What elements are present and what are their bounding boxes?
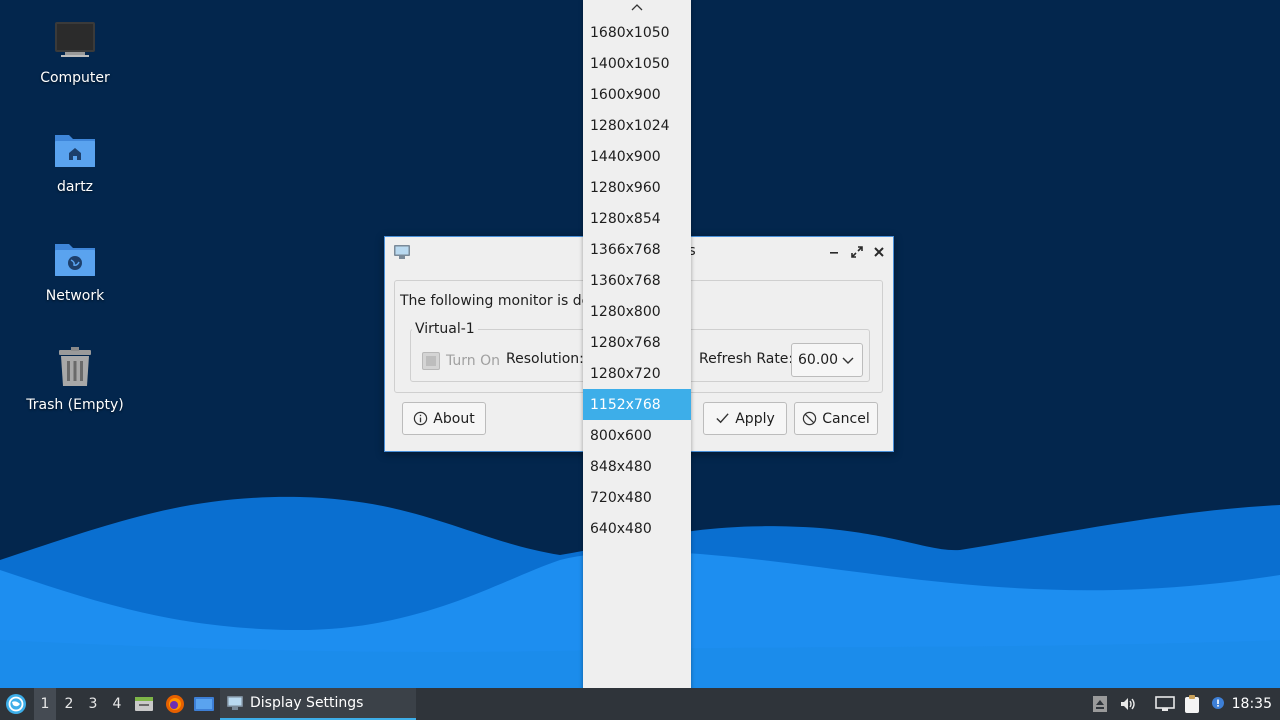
resolution-option[interactable]: 1280x960 <box>583 172 691 203</box>
scroll-up-icon[interactable] <box>631 3 643 11</box>
resolution-option[interactable]: 720x480 <box>583 482 691 513</box>
resolution-dropdown-list[interactable]: 1680x1050 1400x1050 1600x900 1280x1024 1440x… <box>583 0 691 720</box>
tray-volume-button[interactable] <box>1117 688 1139 720</box>
resolution-option[interactable]: 1360x768 <box>583 265 691 296</box>
tray-clipboard-button[interactable] <box>1181 688 1203 720</box>
firefox-icon <box>166 695 184 713</box>
network-folder-icon <box>55 244 95 276</box>
resolution-option[interactable]: 1366x768 <box>583 234 691 265</box>
refresh-rate-label: Refresh Rate: <box>699 351 794 367</box>
resolution-option[interactable]: 800x600 <box>583 420 691 451</box>
checkbox-box[interactable] <box>422 352 440 370</box>
desktop-icon <box>194 697 214 711</box>
file-manager-icon <box>135 697 153 711</box>
turn-on-label: Turn On <box>446 353 501 369</box>
taskbar-window-display-settings[interactable]: Display Settings <box>220 688 416 720</box>
resolution-option[interactable]: 1440x900 <box>583 141 691 172</box>
trash-icon <box>59 347 91 386</box>
desktop-icon-computer[interactable]: Computer <box>10 18 140 86</box>
resolution-option[interactable]: 1600x900 <box>583 79 691 110</box>
desktop-icon-label: Network <box>45 288 105 304</box>
display-settings-icon <box>227 696 243 710</box>
refresh-rate-select[interactable]: 60.00 <box>791 343 863 377</box>
resolution-option[interactable]: 1280x720 <box>583 358 691 389</box>
cancel-button[interactable]: Cancel <box>794 402 878 435</box>
resolution-option[interactable]: 1280x768 <box>583 327 691 358</box>
cancel-icon <box>803 411 817 426</box>
close-icon[interactable] <box>871 244 887 260</box>
resolution-option[interactable]: 1280x800 <box>583 296 691 327</box>
tray-network-button[interactable] <box>1154 688 1176 720</box>
about-button[interactable]: About <box>402 402 486 435</box>
desktop-icon-network[interactable]: Network <box>10 236 140 304</box>
file-manager-launcher[interactable] <box>132 688 156 720</box>
resolution-label: Resolution: <box>506 351 584 367</box>
network-wired-icon <box>1155 696 1175 711</box>
clipboard-icon <box>1185 695 1199 713</box>
maximize-icon[interactable] <box>849 244 865 260</box>
firefox-launcher[interactable] <box>162 688 188 720</box>
tray-eject-button[interactable] <box>1090 688 1110 720</box>
desktop-icon-label: dartz <box>56 179 94 195</box>
workspace-3[interactable]: 3 <box>82 688 104 720</box>
desktop-icon-label: Computer <box>40 70 110 86</box>
notification-icon <box>1212 697 1224 709</box>
resolution-option[interactable]: 640x480 <box>583 513 691 544</box>
resolution-option[interactable]: 1280x1024 <box>583 110 691 141</box>
workspace-4[interactable]: 4 <box>106 688 128 720</box>
info-icon <box>414 411 428 426</box>
refresh-rate-value: 60.00 <box>798 352 839 368</box>
home-folder-icon <box>55 135 95 167</box>
removable-media-icon <box>1093 696 1107 712</box>
desktop-icon-trash[interactable]: Trash (Empty) <box>10 345 140 413</box>
taskbar: 1 2 3 4 Display Settings 18:35 <box>0 688 1280 720</box>
desktop-icon-home[interactable]: dartz <box>10 127 140 195</box>
apply-button-label: Apply <box>735 410 775 427</box>
resolution-option[interactable]: 1280x854 <box>583 203 691 234</box>
tray-notification-button[interactable] <box>1207 688 1229 720</box>
start-menu-button[interactable] <box>0 688 32 720</box>
apply-button[interactable]: Apply <box>703 402 787 435</box>
about-button-label: About <box>433 410 475 427</box>
resolution-option[interactable]: 1152x768 <box>583 389 691 420</box>
desktop-icon-label: Trash (Empty) <box>26 397 124 413</box>
taskbar-window-title: Display Settings <box>250 695 364 711</box>
resolution-option[interactable]: 1680x1050 <box>583 17 691 48</box>
cancel-button-label: Cancel <box>822 410 870 427</box>
minimize-icon[interactable] <box>826 244 842 260</box>
lubuntu-logo-icon <box>6 694 26 714</box>
clock[interactable]: 18:35 <box>1232 696 1272 712</box>
volume-icon <box>1121 698 1135 710</box>
resolution-option[interactable]: 1400x1050 <box>583 48 691 79</box>
chevron-down-icon <box>842 357 854 364</box>
workspace-1[interactable]: 1 <box>34 688 56 720</box>
monitor-name: Virtual-1 <box>412 321 478 337</box>
turn-on-checkbox[interactable]: Turn On <box>422 351 500 371</box>
show-desktop-launcher[interactable] <box>192 688 216 720</box>
computer-icon <box>55 22 95 57</box>
checkmark-icon <box>716 413 729 424</box>
workspace-2[interactable]: 2 <box>58 688 80 720</box>
resolution-option[interactable]: 848x480 <box>583 451 691 482</box>
